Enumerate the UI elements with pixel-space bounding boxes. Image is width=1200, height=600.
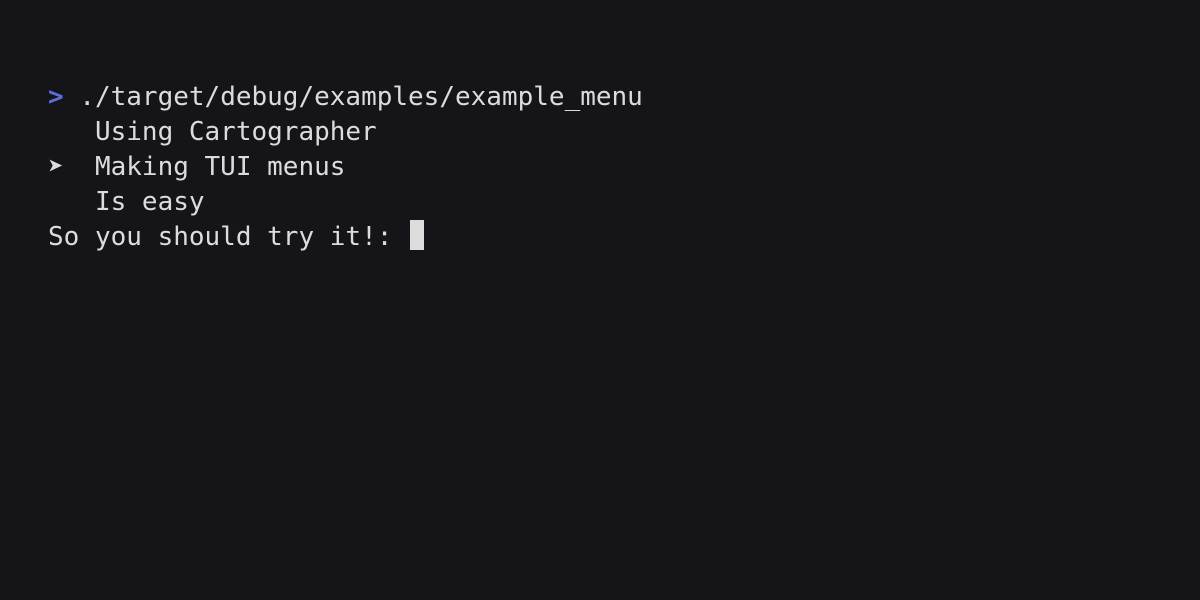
prompt-symbol: >: [48, 80, 64, 115]
menu-item[interactable]: Is easy: [48, 185, 1152, 220]
menu-item-label: Using Cartographer: [95, 115, 377, 150]
input-prompt-text: So you should try it!:: [48, 220, 408, 255]
prompt-spacer: [64, 80, 80, 115]
input-prompt-line[interactable]: So you should try it!:: [48, 220, 1152, 255]
menu-item-label: Making TUI menus: [95, 150, 345, 185]
menu-item[interactable]: Using Cartographer: [48, 115, 1152, 150]
menu-pointer-icon: ➤: [48, 150, 95, 185]
menu-item-label: Is easy: [95, 185, 205, 220]
cursor-block-icon: [410, 220, 424, 250]
command-text: ./target/debug/examples/example_menu: [79, 80, 643, 115]
menu-pointer: [48, 115, 95, 150]
menu-item-selected[interactable]: ➤ Making TUI menus: [48, 150, 1152, 185]
command-line: > ./target/debug/examples/example_menu: [48, 80, 1152, 115]
menu-pointer: [48, 185, 95, 220]
